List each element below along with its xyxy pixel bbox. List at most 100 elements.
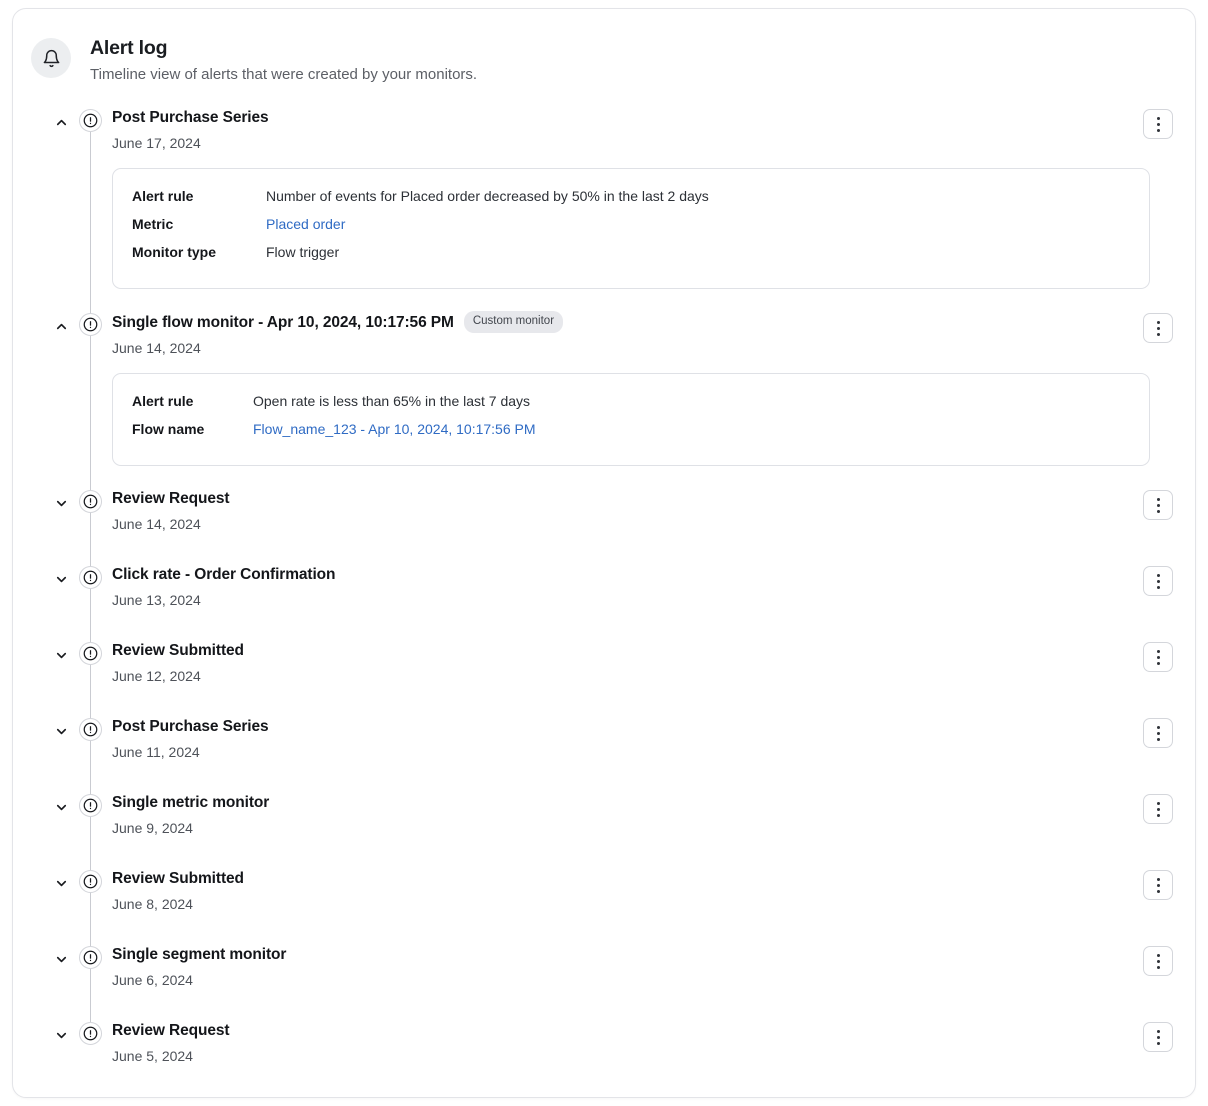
kebab-dot <box>1157 808 1160 811</box>
alert-circle-icon <box>79 946 102 969</box>
kebab-dot <box>1157 327 1160 330</box>
alert-circle-icon <box>79 490 102 513</box>
alert-event-body: Review Submitted June 8, 2024 <box>112 864 1150 914</box>
alert-event-date: June 14, 2024 <box>112 514 1150 534</box>
chevron-down-icon[interactable] <box>51 493 71 513</box>
row-more-options-button[interactable] <box>1143 794 1173 824</box>
alert-detail-link[interactable]: Placed order <box>266 214 345 234</box>
alert-event-title: Review Submitted <box>112 868 244 889</box>
chevron-down-icon[interactable] <box>51 645 71 665</box>
alert-event-title-row: Post Purchase Series <box>112 107 1150 128</box>
kebab-dot <box>1157 333 1160 336</box>
chevron-down-icon[interactable] <box>51 949 71 969</box>
alert-event-body: Review Submitted June 12, 2024 <box>112 636 1150 686</box>
kebab-dot <box>1157 738 1160 741</box>
alert-event-title: Review Submitted <box>112 640 244 661</box>
row-more-options-button[interactable] <box>1143 313 1173 343</box>
kebab-dot <box>1157 498 1160 501</box>
alert-event-title-row: Review Request <box>112 488 1150 509</box>
alert-event-title: Click rate - Order Confirmation <box>112 564 335 585</box>
kebab-dot <box>1157 1036 1160 1039</box>
alert-event-title-row: Single segment monitor <box>112 944 1150 965</box>
alert-event-row: Post Purchase Series June 11, 2024 <box>13 712 1195 788</box>
alert-event-row: Single flow monitor - Apr 10, 2024, 10:1… <box>13 307 1195 484</box>
alert-event-body: Review Request June 5, 2024 <box>112 1016 1150 1066</box>
alert-event-row: Post Purchase SeriesJune 17, 2024Alert r… <box>13 103 1195 307</box>
panel-header: Alert log Timeline view of alerts that w… <box>13 9 1195 86</box>
alert-detail-row: MetricPlaced order <box>132 214 1129 242</box>
page-title: Alert log <box>90 35 477 61</box>
alert-detail-row: Monitor typeFlow trigger <box>132 242 1129 270</box>
alert-event-body: Post Purchase SeriesJune 17, 2024Alert r… <box>112 103 1150 297</box>
alert-detail-row: Alert ruleOpen rate is less than 65% in … <box>132 391 1129 419</box>
alert-event-title-row: Post Purchase Series <box>112 716 1150 737</box>
kebab-dot <box>1157 117 1160 120</box>
kebab-dot <box>1157 586 1160 589</box>
kebab-dot <box>1157 504 1160 507</box>
alert-detail-label: Metric <box>132 214 266 234</box>
kebab-dot <box>1157 802 1160 805</box>
alert-event-date: June 9, 2024 <box>112 818 1150 838</box>
chevron-up-icon[interactable] <box>51 112 71 132</box>
row-more-options-button[interactable] <box>1143 718 1173 748</box>
alert-event-title: Review Request <box>112 1020 229 1041</box>
row-more-options-button[interactable] <box>1143 1022 1173 1052</box>
alert-event-title-row: Review Request <box>112 1020 1150 1041</box>
kebab-dot <box>1157 650 1160 653</box>
alert-event-row: Review Submitted June 8, 2024 <box>13 864 1195 940</box>
alert-event-body: Post Purchase Series June 11, 2024 <box>112 712 1150 762</box>
kebab-dot <box>1157 732 1160 735</box>
alert-event-title: Single flow monitor - Apr 10, 2024, 10:1… <box>112 312 454 333</box>
alert-event-title: Post Purchase Series <box>112 107 269 128</box>
kebab-dot <box>1157 123 1160 126</box>
alert-detail-row: Flow nameFlow_name_123 - Apr 10, 2024, 1… <box>132 419 1129 447</box>
kebab-dot <box>1157 1042 1160 1045</box>
alert-event-date: June 12, 2024 <box>112 666 1150 686</box>
chevron-down-icon[interactable] <box>51 797 71 817</box>
alert-event-date: June 11, 2024 <box>112 742 1150 762</box>
alert-detail-label: Flow name <box>132 419 253 439</box>
alert-event-body: Click rate - Order ConfirmationJune 13, … <box>112 560 1150 610</box>
chevron-down-icon[interactable] <box>51 873 71 893</box>
chevron-down-icon[interactable] <box>51 721 71 741</box>
alert-log-panel: Alert log Timeline view of alerts that w… <box>12 8 1196 1098</box>
alert-event-title: Review Request <box>112 488 229 509</box>
row-more-options-button[interactable] <box>1143 109 1173 139</box>
kebab-dot <box>1157 580 1160 583</box>
chevron-down-icon[interactable] <box>51 1025 71 1045</box>
row-more-options-button[interactable] <box>1143 490 1173 520</box>
alert-timeline: Post Purchase SeriesJune 17, 2024Alert r… <box>13 103 1195 1098</box>
kebab-dot <box>1157 662 1160 665</box>
alert-event-date: June 8, 2024 <box>112 894 1150 914</box>
alert-event-title-row: Click rate - Order Confirmation <box>112 564 1150 585</box>
alert-event-date: June 5, 2024 <box>112 1046 1150 1066</box>
alert-detail-row: Alert ruleNumber of events for Placed or… <box>132 186 1129 214</box>
row-more-options-button[interactable] <box>1143 946 1173 976</box>
kebab-dot <box>1157 878 1160 881</box>
row-more-options-button[interactable] <box>1143 642 1173 672</box>
kebab-dot <box>1157 321 1160 324</box>
alert-event-title-row: Review Submitted <box>112 640 1150 661</box>
alert-circle-icon <box>79 109 102 132</box>
kebab-dot <box>1157 510 1160 513</box>
kebab-dot <box>1157 954 1160 957</box>
alert-event-body: Single metric monitorJune 9, 2024 <box>112 788 1150 838</box>
chevron-down-icon[interactable] <box>51 569 71 589</box>
row-more-options-button[interactable] <box>1143 870 1173 900</box>
kebab-dot <box>1157 129 1160 132</box>
kebab-dot <box>1157 966 1160 969</box>
alert-detail-card: Alert ruleOpen rate is less than 65% in … <box>112 373 1150 466</box>
alert-detail-label: Alert rule <box>132 391 253 411</box>
alert-event-body: Single segment monitorJune 6, 2024 <box>112 940 1150 990</box>
row-more-options-button[interactable] <box>1143 566 1173 596</box>
kebab-dot <box>1157 960 1160 963</box>
alert-detail-link[interactable]: Flow_name_123 - Apr 10, 2024, 10:17:56 P… <box>253 419 536 439</box>
alert-event-title: Single segment monitor <box>112 944 286 965</box>
alert-circle-icon <box>79 870 102 893</box>
chevron-up-icon[interactable] <box>51 316 71 336</box>
alert-circle-icon <box>79 718 102 741</box>
alert-circle-icon <box>79 642 102 665</box>
kebab-dot <box>1157 884 1160 887</box>
alert-event-row: Review Request June 5, 2024 <box>13 1016 1195 1092</box>
alert-circle-icon <box>79 313 102 336</box>
